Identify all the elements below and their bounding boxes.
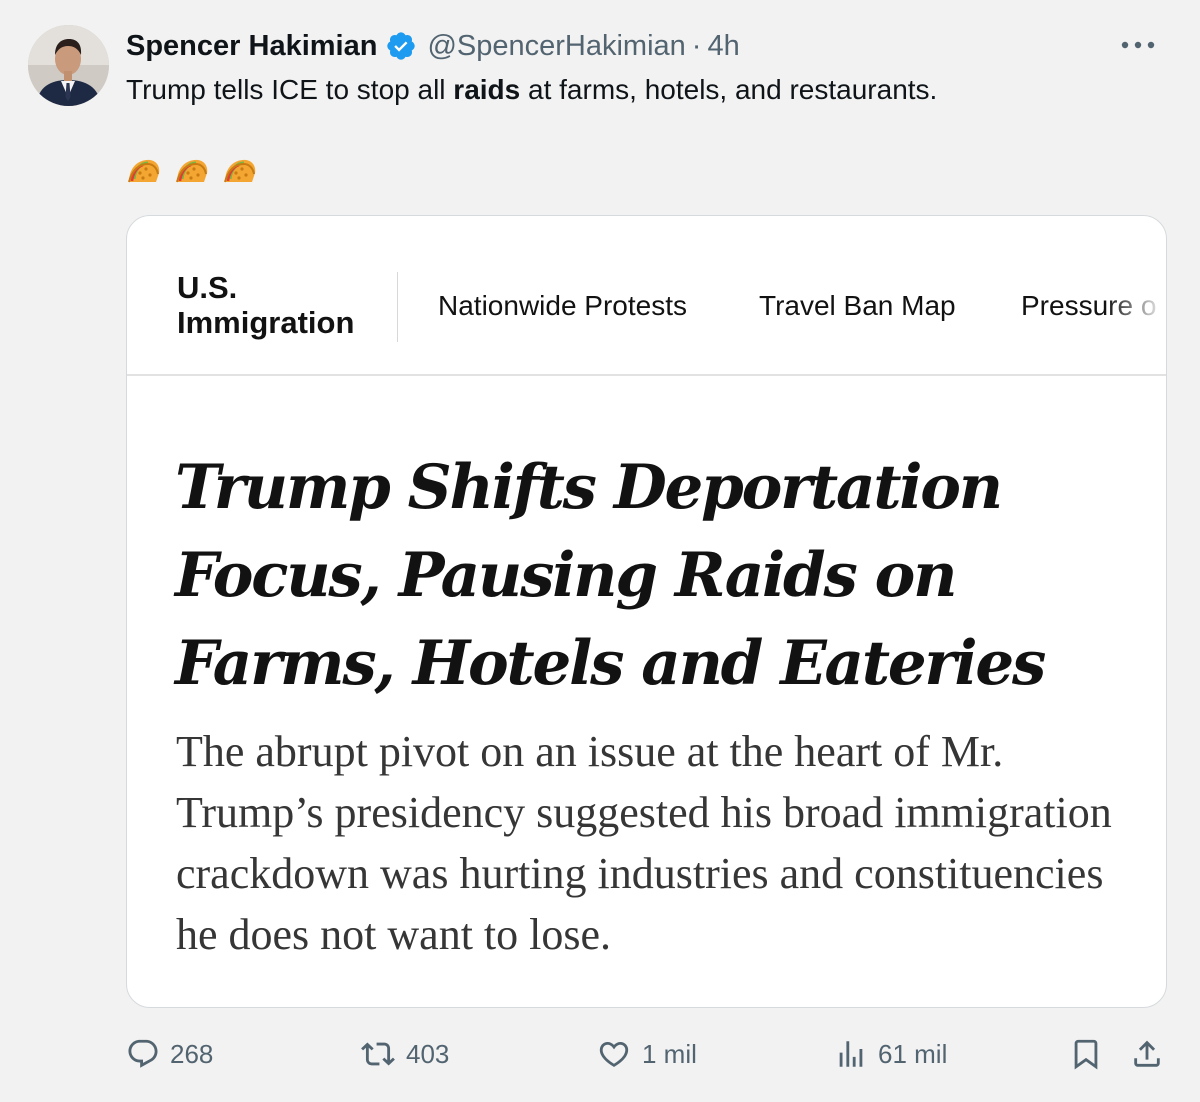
bookmark-button[interactable] (1069, 1030, 1103, 1078)
timestamp[interactable]: 4h (707, 30, 739, 63)
repost-button[interactable]: 403 (360, 1030, 449, 1078)
reply-button[interactable]: 268 (126, 1030, 213, 1078)
more-options-button[interactable] (1116, 30, 1160, 60)
nav-item-travel-ban-map: Travel Ban Map (759, 290, 956, 321)
verified-badge-icon[interactable] (385, 30, 417, 62)
views-icon (839, 1041, 863, 1067)
section-title: U.S. Immigration (177, 270, 397, 340)
section-title-line: Immigration (177, 305, 355, 340)
avatar[interactable] (28, 25, 109, 106)
repost-icon (361, 1042, 395, 1066)
repost-count: 403 (406, 1038, 450, 1069)
nav-divider (397, 272, 398, 342)
share-icon (1134, 1040, 1160, 1067)
heart-icon (599, 1041, 629, 1067)
tweet-text-part: at farms, hotels, and restaurants. (520, 74, 938, 105)
bookmark-icon (1074, 1039, 1098, 1070)
section-title-line: U.S. (177, 270, 238, 305)
tweet-text-bold: raids (453, 74, 521, 105)
action-bar: 268 403 1 mil 61 mil (126, 1030, 1176, 1078)
views-button[interactable]: 61 mil (834, 1030, 947, 1078)
taco-emoji (126, 152, 162, 188)
avatar-photo (28, 25, 109, 106)
reply-icon (128, 1039, 158, 1068)
separator-dot: · (691, 29, 702, 62)
article-summary: The abrupt pivot on an issue at the hear… (176, 727, 1112, 959)
taco-emoji (222, 152, 258, 188)
more-icon (1121, 41, 1155, 49)
author-name[interactable]: Spencer Hakimian (126, 30, 377, 63)
reply-count: 268 (170, 1038, 214, 1069)
media-card[interactable]: U.S. Immigration Nationwide Protests Tra… (126, 215, 1167, 1008)
tweet-header: Spencer Hakimian @SpencerHakimian · 4h (126, 26, 740, 66)
taco-emoji (174, 152, 210, 188)
author-handle[interactable]: @SpencerHakimian (427, 30, 685, 63)
like-button[interactable]: 1 mil (596, 1030, 697, 1078)
tweet: Spencer Hakimian @SpencerHakimian · 4h T… (0, 0, 1200, 1102)
emoji-row (126, 152, 258, 188)
like-count: 1 mil (642, 1038, 697, 1069)
nav-item-nationwide-protests: Nationwide Protests (438, 290, 688, 321)
tweet-text: Trump tells ICE to stop all raids at far… (126, 70, 937, 110)
nav-fade (1106, 276, 1166, 336)
article-headline: Trump Shifts Deportation Focus, Pausing … (175, 452, 1046, 699)
tweet-text-part: Trump tells ICE to stop all (126, 74, 454, 105)
views-count: 61 mil (878, 1038, 948, 1069)
article-nav-bar: U.S. Immigration Nationwide Protests Tra… (127, 216, 1166, 376)
share-button[interactable] (1130, 1030, 1164, 1078)
